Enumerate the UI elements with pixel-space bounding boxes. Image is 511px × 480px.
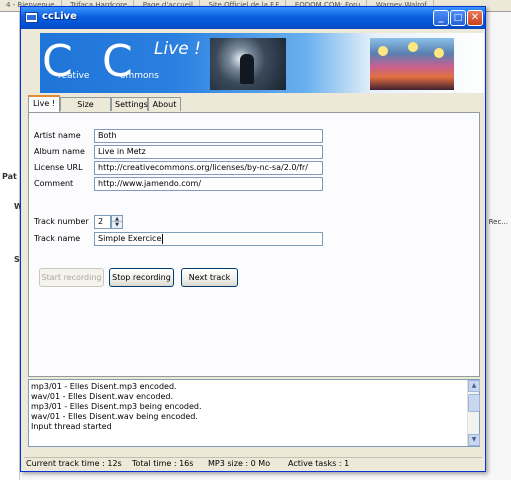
status-bar: Current track time : 12s Total time : 16… [24,457,482,469]
log-line: mp3/01 - Elles Disent.mp3 encoded. [31,382,177,391]
track-name-value: Simple Exercice [98,234,162,243]
background-text: Rec... [488,218,508,226]
track-number-spinner[interactable]: ▲ ▼ [111,215,123,229]
log-line: Input thread started [31,422,112,431]
log-line: wav/01 - Elles Disent.wav encoded. [31,392,174,401]
mp3-size-status: MP3 size : 0 Mo [208,459,271,468]
scrollbar-thumb[interactable] [468,394,480,412]
stop-recording-button[interactable]: Stop recording [109,268,174,287]
window-client-area: C reative C ommons Live ! Live ! Size co… [24,29,484,469]
live-tab-panel: Artist name Both Album name Live in Metz… [28,112,480,377]
track-number-field[interactable]: 2 [94,215,111,229]
current-track-time-status: Current track time : 12s [26,459,122,468]
comment-field[interactable]: http://www.jamendo.com/ [94,177,323,191]
log-textarea[interactable]: mp3/01 - Elles Disent.mp3 encoded. wav/0… [28,379,480,447]
background-left-strip [0,12,20,480]
tab-size-control[interactable]: Size control [60,97,111,122]
background-text: S [14,255,20,264]
text-cursor [162,233,164,244]
license-url-label: License URL [34,163,83,172]
cclive-window: ccLive _ □ ✕ C reative C ommons Live ! L… [20,6,486,472]
close-button[interactable]: ✕ [467,10,483,26]
track-number-label: Track number [34,217,89,226]
log-line: mp3/01 - Elles Disent.mp3 being encoded. [31,402,202,411]
maximize-button[interactable]: □ [450,10,466,26]
active-tasks-status: Active tasks : 1 [288,459,350,468]
track-name-field[interactable]: Simple Exercice [94,232,323,246]
window-title: ccLive [42,11,77,22]
banner-live-text: Live ! [154,39,201,59]
banner-word-commons: ommons [120,71,159,81]
license-url-field[interactable]: http://creativecommons.org/licenses/by-n… [94,161,323,175]
concert-photo-stage-lights [370,38,454,90]
scroll-up-arrow-icon[interactable]: ▲ [468,380,480,392]
total-time-status: Total time : 16s [132,459,194,468]
album-name-field[interactable]: Live in Metz [94,145,323,159]
app-window-icon [25,12,38,23]
start-recording-button[interactable]: Start recording [39,268,104,287]
creative-commons-live-banner: C reative C ommons Live ! [40,33,484,93]
log-line: wav/01 - Elles Disent.wav being encoded. [31,412,198,421]
artist-name-label: Artist name [34,131,81,140]
next-track-button[interactable]: Next track [181,268,238,287]
album-name-label: Album name [34,147,85,156]
log-vertical-scrollbar[interactable]: ▲ ▼ [467,380,480,446]
background-text: Pat [2,172,17,181]
track-name-label: Track name [34,234,81,243]
scroll-down-arrow-icon[interactable]: ▼ [468,434,480,446]
artist-name-field[interactable]: Both [94,129,323,143]
concert-photo-guitarist [210,38,286,90]
comment-label: Comment [34,179,74,188]
tab-live[interactable]: Live ! [28,95,60,112]
banner-word-creative: reative [58,71,90,81]
minimize-button[interactable]: _ [433,10,449,26]
tab-about[interactable]: About [148,97,181,111]
tab-settings[interactable]: Settings [111,97,148,111]
title-bar[interactable]: ccLive _ □ ✕ [21,7,485,29]
spin-down-arrow-icon[interactable]: ▼ [112,222,122,228]
